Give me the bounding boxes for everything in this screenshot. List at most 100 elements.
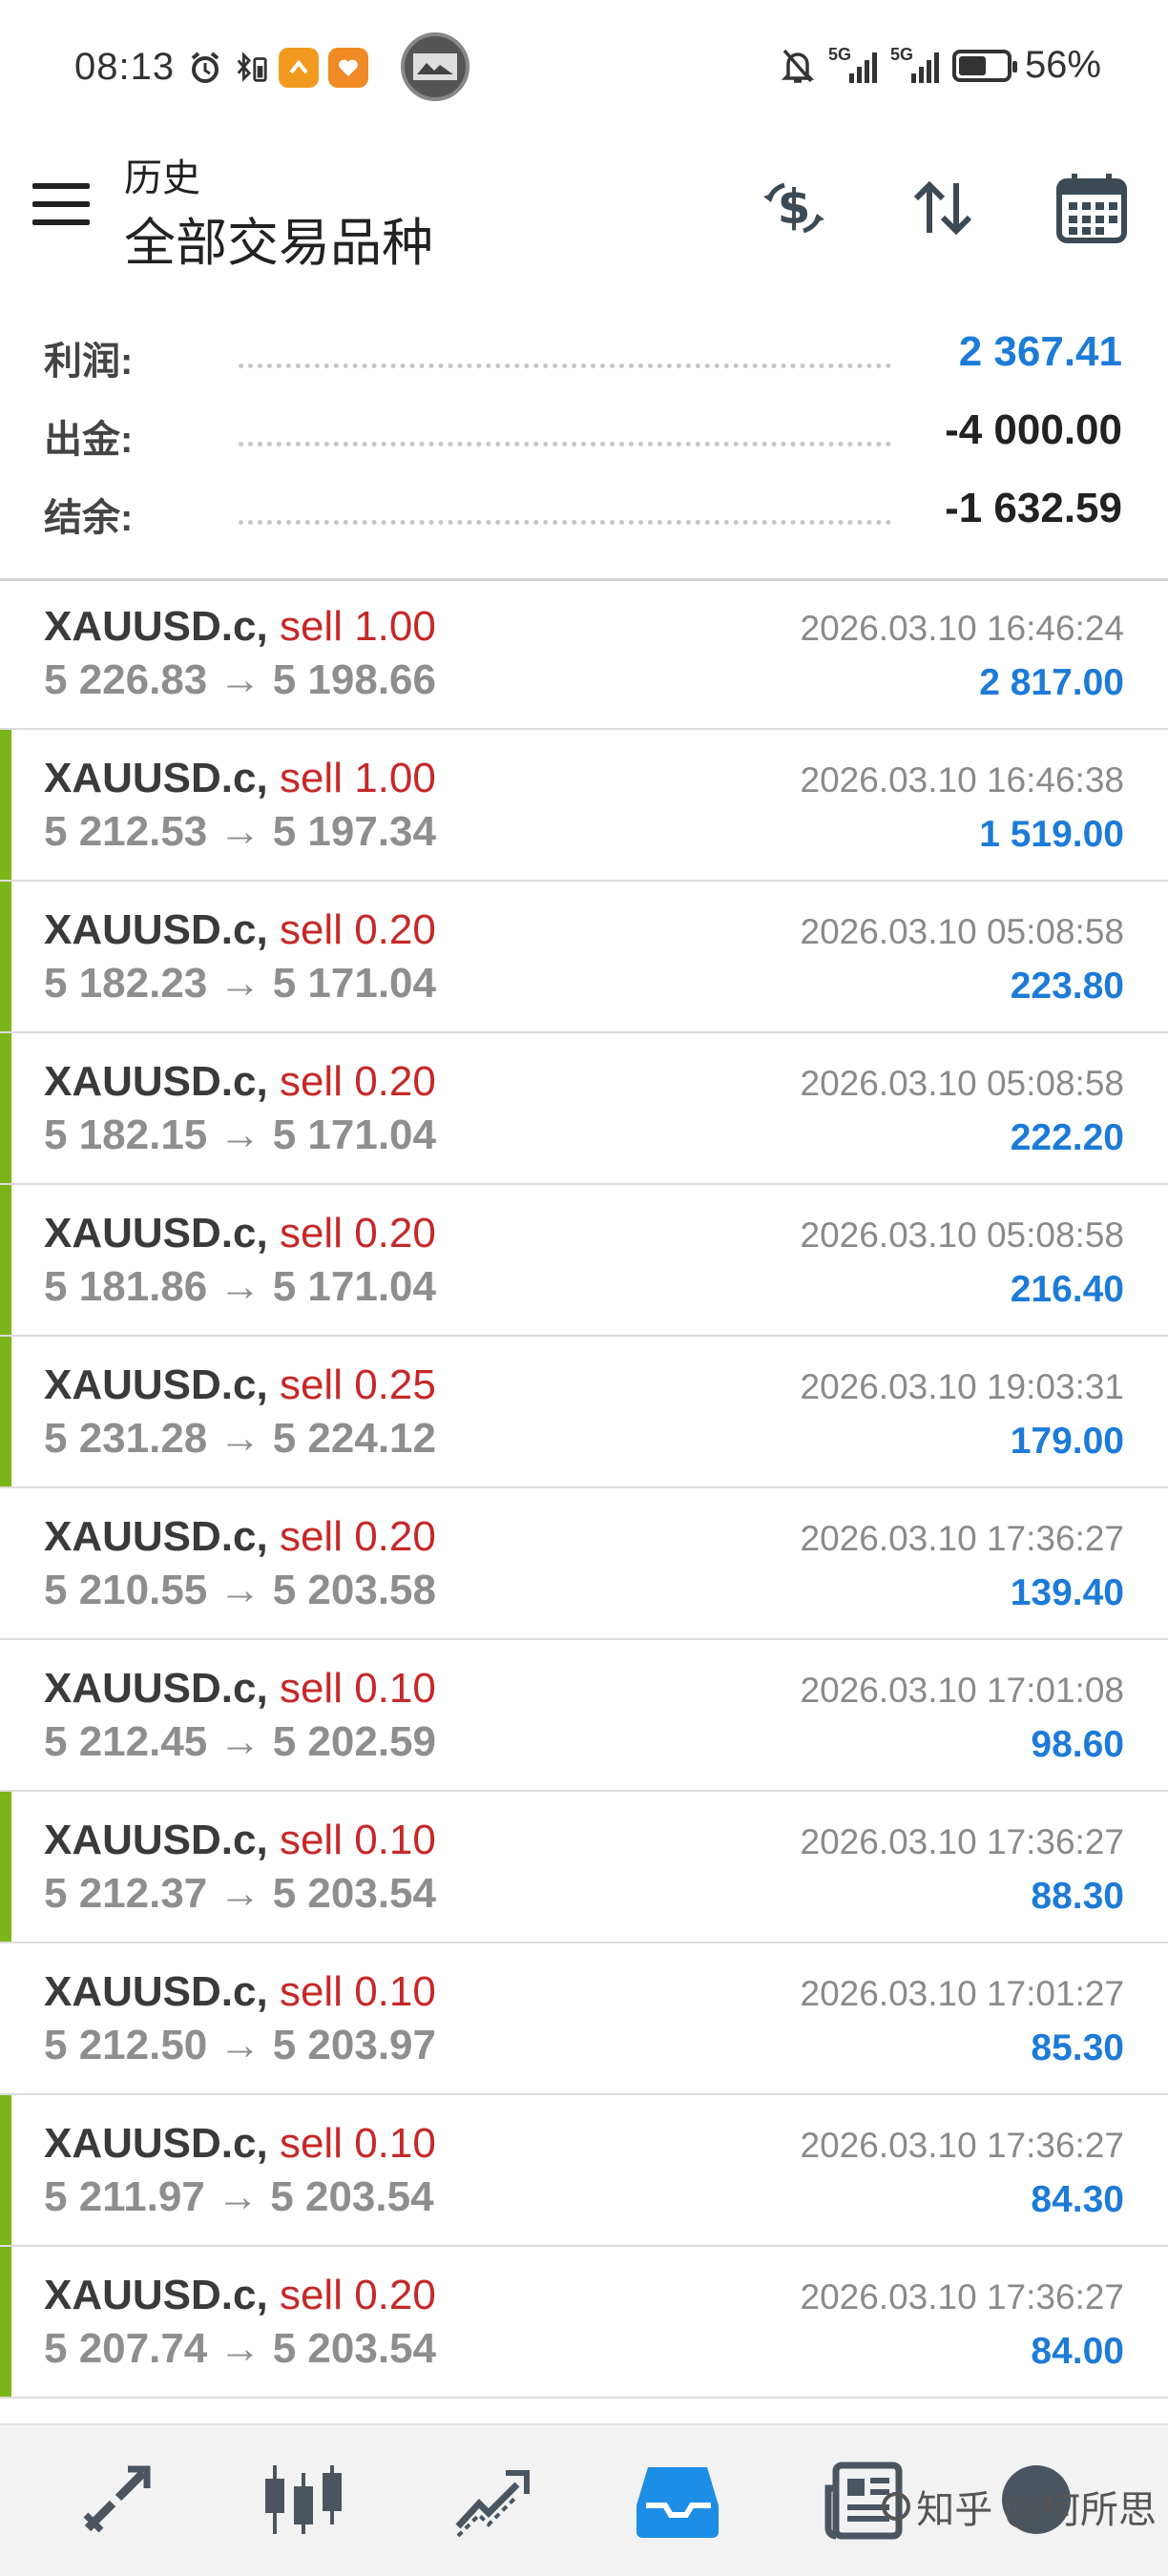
trade-profit: 216.40 xyxy=(1010,1269,1124,1310)
trade-side: sell 0.25 xyxy=(279,1361,436,1408)
trade-prices: 5 211.97 → 5 203.54 xyxy=(44,2173,434,2220)
trade-time: 2026.03.10 05:08:58 xyxy=(800,1064,1125,1103)
trade-time: 2026.03.10 17:36:27 xyxy=(800,2277,1125,2316)
trade-prices: 5 226.83 → 5 198.66 xyxy=(44,656,436,703)
withdrawal-value: -4 000.00 xyxy=(945,406,1122,453)
trade-row-marker xyxy=(0,2095,11,2245)
trade-profit: 98.60 xyxy=(1031,1724,1124,1765)
menu-icon[interactable] xyxy=(32,183,90,225)
bottom-navigation: 知乎 @何所思 xyxy=(0,2423,1168,2576)
trade-row[interactable]: XAUUSD.c, sell 0.20 5 207.74 → 5 203.54 20… xyxy=(0,2247,1168,2399)
trade-side: sell 0.10 xyxy=(279,1968,436,2015)
trade-row[interactable]: XAUUSD.c, sell 0.20 5 182.23 → 5 171.04 20… xyxy=(0,882,1168,1033)
watermark: 知乎 @何所思 xyxy=(882,2479,1157,2534)
trade-symbol-name: XAUUSD.c, xyxy=(44,1968,268,2015)
trade-time: 2026.03.10 16:46:38 xyxy=(800,760,1125,800)
trade-side: sell 1.00 xyxy=(279,603,436,650)
dotted-leader xyxy=(239,520,891,525)
trade-symbol-name: XAUUSD.c, xyxy=(44,2272,268,2318)
trade-row[interactable]: XAUUSD.c, sell 0.10 5 212.50 → 5 203.97 20… xyxy=(0,1943,1168,2095)
trade-symbol: XAUUSD.c, sell 0.20 xyxy=(44,2272,436,2319)
trade-symbol: XAUUSD.c, sell 0.10 xyxy=(44,1817,436,1864)
trade-time: 2026.03.10 05:08:58 xyxy=(800,1215,1125,1255)
trade-prices: 5 182.15 → 5 171.04 xyxy=(44,1111,436,1158)
dotted-leader xyxy=(239,364,891,368)
trade-time: 2026.03.10 17:36:27 xyxy=(800,2126,1125,2165)
status-time: 08:13 xyxy=(74,46,176,88)
trade-row[interactable]: XAUUSD.c, sell 0.25 5 231.28 → 5 224.12 20… xyxy=(0,1337,1168,1488)
status-bar: 08:13 5G 5G 56% xyxy=(0,0,1168,134)
balance-label: 结余: xyxy=(44,497,134,539)
trade-history-list: XAUUSD.c, sell 1.00 5 226.83 → 5 198.66 20… xyxy=(0,578,1168,2399)
trade-icon[interactable] xyxy=(445,2454,536,2545)
trade-row[interactable]: XAUUSD.c, sell 0.10 5 212.37 → 5 203.54 20… xyxy=(0,1792,1168,1943)
dotted-leader xyxy=(239,442,891,447)
trade-symbol-name: XAUUSD.c, xyxy=(44,1513,268,1560)
battery-icon xyxy=(951,49,1017,82)
trade-symbol: XAUUSD.c, sell 0.20 xyxy=(44,1058,436,1106)
trade-row[interactable]: XAUUSD.c, sell 0.10 5 212.45 → 5 202.59 20… xyxy=(0,1640,1168,1792)
trade-prices: 5 212.53 → 5 197.34 xyxy=(44,808,436,855)
history-icon[interactable] xyxy=(632,2454,723,2545)
trade-row[interactable]: XAUUSD.c, sell 0.20 5 182.15 → 5 171.04 20… xyxy=(0,1033,1168,1185)
status-icons-left xyxy=(187,48,368,88)
trade-profit: 85.30 xyxy=(1031,2027,1124,2068)
trade-symbol: XAUUSD.c, sell 0.10 xyxy=(44,2120,436,2168)
trade-row[interactable]: XAUUSD.c, sell 0.20 5 210.55 → 5 203.58 20… xyxy=(0,1488,1168,1640)
trade-row[interactable]: XAUUSD.c, sell 1.00 5 212.53 → 5 197.34 20… xyxy=(0,730,1168,882)
header-actions: $ xyxy=(756,170,1130,246)
trade-side: sell 0.20 xyxy=(279,1058,436,1105)
trade-symbol-name: XAUUSD.c, xyxy=(44,2120,268,2167)
trade-prices: 5 212.45 → 5 202.59 xyxy=(44,1718,436,1765)
trade-time: 2026.03.10 19:03:31 xyxy=(800,1367,1125,1406)
trade-time: 2026.03.10 05:08:58 xyxy=(800,912,1125,951)
chart-icon[interactable] xyxy=(258,2454,349,2545)
trade-profit: 179.00 xyxy=(1010,1421,1124,1462)
trade-profit: 1 519.00 xyxy=(979,814,1124,855)
trade-symbol-name: XAUUSD.c, xyxy=(44,1210,268,1257)
app-header: 历史 全部交易品种 $ xyxy=(0,134,1168,286)
trade-row-marker xyxy=(0,1033,11,1183)
trade-time: 2026.03.10 17:36:27 xyxy=(800,1519,1125,1558)
trade-profit: 84.30 xyxy=(1031,2179,1124,2220)
signal-5g-2-icon: 5G xyxy=(890,45,939,83)
floating-avatar[interactable] xyxy=(401,32,469,101)
currency-exchange-icon[interactable]: $ xyxy=(756,170,832,246)
trade-symbol-name: XAUUSD.c, xyxy=(44,1665,268,1712)
trade-time: 2026.03.10 17:01:27 xyxy=(800,1974,1125,2013)
alarm-icon xyxy=(187,50,223,86)
trade-row[interactable]: XAUUSD.c, sell 0.10 5 211.97 → 5 203.54 20… xyxy=(0,2095,1168,2247)
trade-time: 2026.03.10 16:46:24 xyxy=(800,609,1125,648)
trade-side: sell 0.20 xyxy=(279,1513,436,1560)
trade-symbol-name: XAUUSD.c, xyxy=(44,603,268,650)
trade-row[interactable]: XAUUSD.c, sell 0.20 5 181.86 → 5 171.04 20… xyxy=(0,1185,1168,1337)
trade-symbol-name: XAUUSD.c, xyxy=(44,1817,268,1863)
trade-prices: 5 212.37 → 5 203.54 xyxy=(44,1870,436,1917)
zhihu-logo-icon xyxy=(882,2492,911,2521)
watermark-text: 知乎 @何所思 xyxy=(916,2489,1157,2531)
trade-profit: 223.80 xyxy=(1010,966,1124,1007)
trade-symbol: XAUUSD.c, sell 0.10 xyxy=(44,1968,436,2016)
trade-time: 2026.03.10 17:01:08 xyxy=(800,1671,1125,1710)
trade-symbol: XAUUSD.c, sell 0.20 xyxy=(44,906,436,954)
trade-row-marker xyxy=(0,1185,11,1335)
trade-time: 2026.03.10 17:36:27 xyxy=(800,1822,1125,1861)
trade-side: sell 0.20 xyxy=(279,1210,436,1257)
trade-side: sell 0.20 xyxy=(279,2272,436,2318)
trade-symbol: XAUUSD.c, sell 1.00 xyxy=(44,603,436,651)
calendar-icon[interactable] xyxy=(1053,170,1130,246)
trade-side: sell 0.20 xyxy=(279,906,436,953)
trade-profit: 139.40 xyxy=(1010,1572,1124,1613)
trade-side: sell 1.00 xyxy=(279,755,436,801)
sort-icon[interactable] xyxy=(905,170,981,246)
trade-symbol: XAUUSD.c, sell 0.10 xyxy=(44,1665,436,1713)
trade-row[interactable]: XAUUSD.c, sell 1.00 5 226.83 → 5 198.66 20… xyxy=(0,578,1168,730)
trade-prices: 5 231.28 → 5 224.12 xyxy=(44,1415,436,1462)
trade-prices: 5 181.86 → 5 171.04 xyxy=(44,1263,436,1310)
page-title[interactable]: 全部交易品种 xyxy=(124,200,433,276)
mute-bell-icon xyxy=(781,49,815,83)
trade-symbol: XAUUSD.c, sell 0.20 xyxy=(44,1210,436,1257)
profit-row: 利润: 2 367.41 xyxy=(0,321,1168,399)
bluetooth-battery-icon xyxy=(233,50,269,86)
quotes-icon[interactable] xyxy=(71,2454,162,2545)
